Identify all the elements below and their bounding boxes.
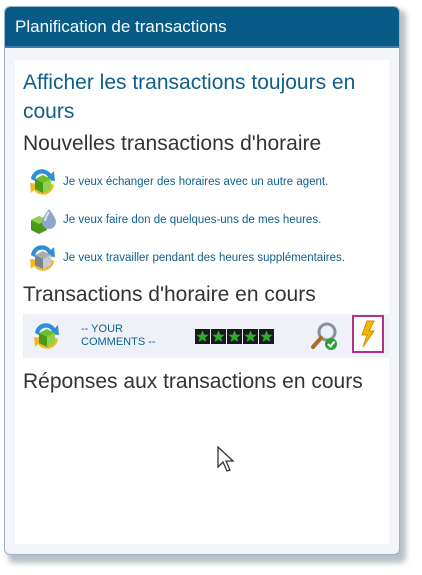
star-icon: [259, 328, 274, 344]
view-details-icon[interactable]: [310, 320, 340, 352]
trade-comment: -- YOUR COMMENTS --: [81, 323, 156, 348]
new-item-give-hours[interactable]: Je veux faire don de quelques-uns de mes…: [23, 201, 389, 239]
star-icon: [227, 328, 242, 344]
star-icon: [211, 328, 226, 344]
new-item-label: Je veux échanger des horaires avec un au…: [63, 176, 329, 188]
star-icon: [243, 328, 258, 344]
new-item-overtime[interactable]: Je veux travailler pendant des heures su…: [23, 239, 389, 277]
star-icon: [195, 328, 210, 344]
process-trade-button[interactable]: [352, 315, 384, 353]
overtime-icon: [30, 245, 55, 271]
lightning-icon: [361, 320, 375, 348]
panel-header: Planification de transactions: [5, 7, 399, 48]
new-item-label: Je veux travailler pendant des heures su…: [63, 252, 345, 264]
trade-rating: [195, 328, 274, 344]
mouse-cursor-icon: [217, 446, 235, 472]
new-transactions-heading: Nouvelles transactions d'horaire: [23, 132, 322, 155]
new-item-swap-shifts[interactable]: Je veux échanger des horaires avec un au…: [23, 163, 389, 201]
responses-heading: Réponses aux transactions en cours: [23, 370, 363, 393]
panel-title: Planification de transactions: [15, 16, 227, 36]
open-transactions-heading: Transactions d'horaire en cours: [23, 283, 316, 306]
swap-shifts-icon: [34, 323, 59, 349]
open-trade-row[interactable]: -- YOUR COMMENTS --: [23, 314, 389, 358]
new-item-label: Je veux faire don de quelques-uns de mes…: [63, 214, 322, 226]
panel-content: Afficher les transactions toujours en co…: [15, 60, 389, 544]
give-hours-icon: [31, 209, 56, 234]
swap-shifts-icon: [30, 169, 55, 195]
show-open-transactions-link[interactable]: Afficher les transactions toujours en co…: [23, 68, 373, 126]
transaction-planning-panel: Planification de transactions Afficher l…: [4, 6, 400, 555]
